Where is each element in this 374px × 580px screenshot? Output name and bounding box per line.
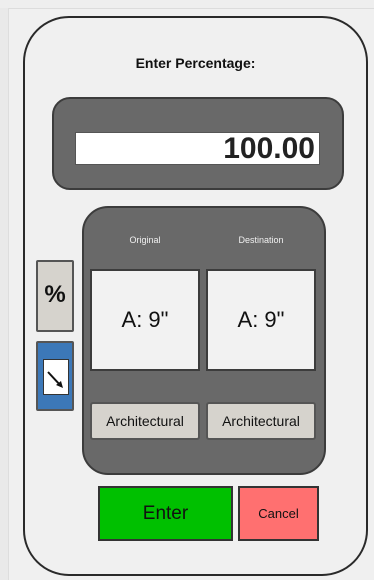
value-display-panel: 100.00 bbox=[52, 97, 344, 190]
original-value-box[interactable]: A: 9" bbox=[90, 269, 200, 371]
direction-toggle-button[interactable] bbox=[36, 341, 74, 411]
dialog-title: Enter Percentage: bbox=[135, 55, 256, 71]
percent-mode-button[interactable]: % bbox=[36, 260, 74, 332]
window-top-strip bbox=[0, 0, 374, 9]
percentage-value-field[interactable]: 100.00 bbox=[75, 132, 320, 165]
units-panel: Original Destination A: 9" A: 9" Archite… bbox=[82, 206, 326, 475]
destination-unit-button[interactable]: Architectural bbox=[206, 402, 316, 440]
original-label: Original bbox=[129, 235, 161, 245]
diagonal-arrow-icon bbox=[43, 359, 69, 395]
window-left-strip bbox=[0, 8, 9, 580]
destination-label: Destination bbox=[238, 235, 284, 245]
percentage-dialog: Enter Percentage: 100.00 % Original Dest… bbox=[23, 16, 368, 576]
destination-value-box[interactable]: A: 9" bbox=[206, 269, 316, 371]
original-unit-button[interactable]: Architectural bbox=[90, 402, 200, 440]
cancel-button[interactable]: Cancel bbox=[238, 486, 319, 541]
enter-button[interactable]: Enter bbox=[98, 486, 233, 541]
